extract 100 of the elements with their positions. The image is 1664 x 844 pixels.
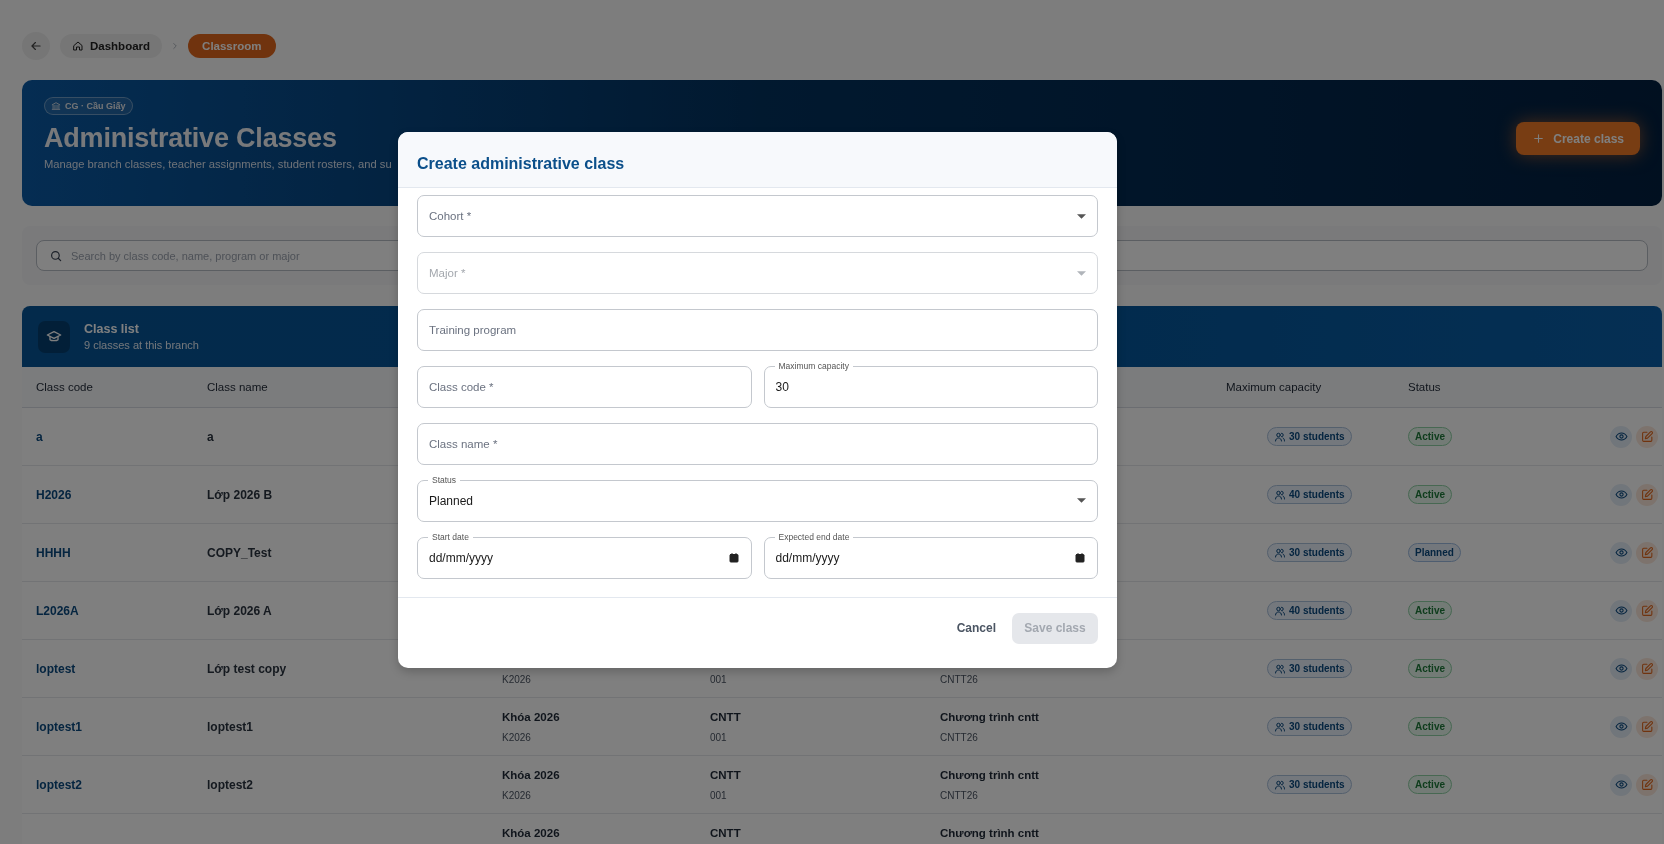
program-code: CNTT26 bbox=[940, 674, 978, 685]
calendar-icon bbox=[727, 551, 740, 564]
view-button[interactable] bbox=[1610, 657, 1632, 680]
cohort-code: K2026 bbox=[502, 790, 531, 801]
class-code-link[interactable]: H2026 bbox=[36, 487, 72, 502]
edit-button[interactable] bbox=[1636, 657, 1658, 680]
class-code-link[interactable]: loptest bbox=[36, 661, 76, 676]
eye-icon bbox=[1614, 778, 1628, 791]
plus-icon bbox=[1532, 132, 1546, 145]
people-icon bbox=[1274, 488, 1286, 501]
class-name: Lớp test copy bbox=[207, 661, 287, 676]
input-field[interactable]: Maximum capacity 30 bbox=[763, 360, 1098, 408]
list-title: Class list bbox=[84, 322, 140, 336]
home-icon bbox=[72, 40, 84, 52]
cohort-code: K2026 bbox=[502, 674, 531, 685]
class-code-link[interactable]: loptest2 bbox=[36, 777, 82, 792]
capacity-tag: 40 students bbox=[1267, 485, 1352, 504]
select-field[interactable]: Cohort * bbox=[417, 195, 1098, 237]
input-field[interactable]: Class code * bbox=[417, 366, 752, 408]
pencil-icon bbox=[1640, 604, 1654, 617]
program-code: CNTT26 bbox=[940, 790, 978, 801]
class-code-link[interactable]: a bbox=[36, 429, 43, 444]
people-icon bbox=[1274, 720, 1286, 733]
capacity-tag: 30 students bbox=[1267, 717, 1352, 736]
capacity-tag: 30 students bbox=[1267, 659, 1352, 678]
page-subtitle: Manage branch classes, teacher assignments, student rosters, and su bbox=[44, 158, 392, 170]
cancel-button[interactable]: Cancel bbox=[954, 615, 998, 641]
major-name: CNTT bbox=[710, 769, 741, 781]
back-button[interactable] bbox=[22, 32, 50, 60]
cohort-name: Khóa 2026 bbox=[502, 827, 560, 839]
capacity-tag: 30 students bbox=[1267, 775, 1352, 794]
create-class-button[interactable]: Create class bbox=[1516, 122, 1640, 155]
class-name: loptest2 bbox=[207, 777, 253, 792]
major-code: 001 bbox=[710, 790, 727, 801]
class-code-link[interactable]: HHHH bbox=[36, 545, 71, 560]
edit-button[interactable] bbox=[1636, 541, 1658, 564]
class-name: COPY_Test bbox=[207, 545, 272, 560]
people-icon bbox=[1274, 604, 1286, 617]
cohort-code: K2026 bbox=[502, 732, 531, 743]
input-field[interactable]: Training program bbox=[417, 309, 1098, 351]
view-button[interactable] bbox=[1610, 599, 1632, 622]
column-header: Maximum capacity bbox=[1226, 381, 1322, 393]
eye-icon bbox=[1614, 662, 1628, 675]
status-tag: Active bbox=[1408, 717, 1452, 736]
input-field[interactable]: Class name * bbox=[417, 423, 1098, 465]
major-code: 001 bbox=[710, 732, 727, 743]
people-icon bbox=[1274, 662, 1286, 675]
edit-button[interactable] bbox=[1636, 483, 1658, 506]
column-header: Class name bbox=[207, 381, 268, 393]
view-button[interactable] bbox=[1610, 483, 1632, 506]
breadcrumb-link[interactable]: Classroom bbox=[188, 34, 276, 58]
eye-icon bbox=[1614, 720, 1628, 733]
program-name: Chương trình cntt bbox=[940, 827, 1039, 839]
date-field[interactable]: Start date dd/mm/yyyy bbox=[417, 531, 752, 579]
status-tag: Active bbox=[1408, 601, 1452, 620]
edit-button[interactable] bbox=[1636, 773, 1658, 796]
status-tag: Active bbox=[1408, 485, 1452, 504]
capacity-tag: 30 students bbox=[1267, 543, 1352, 562]
column-header: Class code bbox=[36, 381, 93, 393]
class-name: loptest1 bbox=[207, 719, 253, 734]
people-icon bbox=[1274, 778, 1286, 791]
edit-button[interactable] bbox=[1636, 425, 1658, 448]
eye-icon bbox=[1614, 430, 1628, 443]
list-count: 9 classes at this branch bbox=[84, 339, 199, 351]
class-name: Lớp 2026 B bbox=[207, 487, 273, 502]
people-icon bbox=[1274, 546, 1286, 559]
edit-button[interactable] bbox=[1636, 715, 1658, 738]
select-field[interactable]: Status Planned bbox=[417, 474, 1098, 522]
pencil-icon bbox=[1640, 430, 1654, 443]
building-icon bbox=[51, 101, 61, 111]
back-arrow-icon bbox=[29, 39, 43, 53]
class-code-link[interactable]: L2026A bbox=[36, 603, 79, 618]
pencil-icon bbox=[1640, 546, 1654, 559]
pencil-icon bbox=[1640, 662, 1654, 675]
eye-icon bbox=[1614, 546, 1628, 559]
capacity-tag: 30 students bbox=[1267, 427, 1352, 446]
status-tag: Planned bbox=[1408, 543, 1461, 562]
view-button[interactable] bbox=[1610, 425, 1632, 448]
calendar-icon bbox=[1074, 551, 1086, 564]
major-name: CNTT bbox=[710, 711, 741, 723]
cohort-name: Khóa 2026 bbox=[502, 769, 560, 781]
major-name: CNTT bbox=[710, 827, 741, 839]
edit-button[interactable] bbox=[1636, 599, 1658, 622]
breadcrumb-link[interactable]: Dashboard bbox=[60, 34, 163, 58]
view-button[interactable] bbox=[1610, 773, 1632, 796]
class-name: a bbox=[207, 429, 214, 444]
date-field[interactable]: Expected end date dd/mm/yyyy bbox=[763, 531, 1098, 579]
people-icon bbox=[1274, 430, 1286, 443]
view-button[interactable] bbox=[1610, 541, 1632, 564]
caret-icon bbox=[1077, 213, 1086, 219]
status-tag: Active bbox=[1408, 427, 1452, 446]
status-tag: Active bbox=[1408, 775, 1452, 794]
class-name: Lớp 2026 A bbox=[207, 603, 272, 618]
program-code: CNTT26 bbox=[940, 732, 978, 743]
cohort-name: Khóa 2026 bbox=[502, 711, 560, 723]
capacity-tag: 40 students bbox=[1267, 601, 1352, 620]
search-icon bbox=[49, 248, 63, 263]
view-button[interactable] bbox=[1610, 715, 1632, 738]
class-code-link[interactable]: loptest1 bbox=[36, 719, 82, 734]
eye-icon bbox=[1614, 488, 1628, 501]
